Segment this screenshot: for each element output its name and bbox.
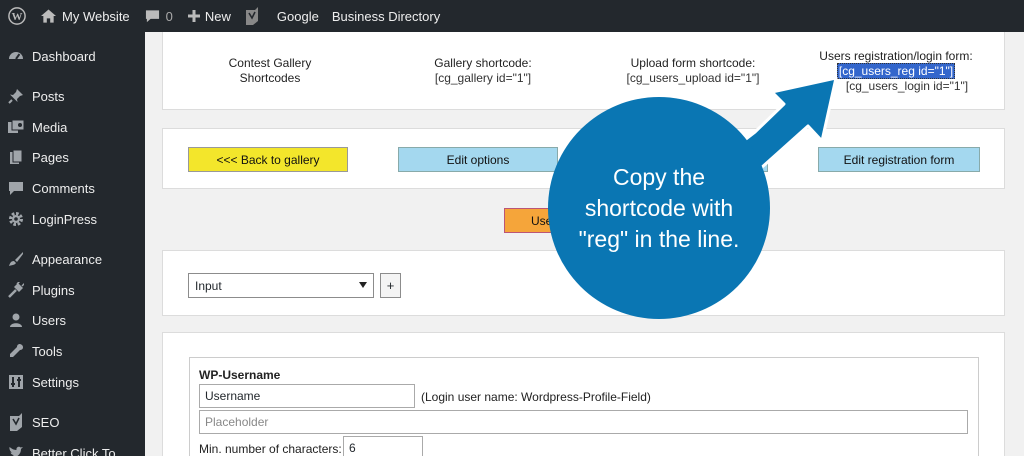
- google-label: Google: [276, 8, 319, 24]
- min-chars-label: Min. number of characters:: [199, 442, 342, 456]
- business-directory-label: Business Directory: [331, 8, 441, 24]
- google-link[interactable]: Google: [267, 0, 326, 32]
- sidebar-item-pages[interactable]: Pages: [0, 142, 145, 172]
- upload-shortcode-title: Upload form shortcode:: [630, 56, 756, 70]
- sidebar-item-better-click-to[interactable]: Better Click To: [0, 438, 145, 456]
- users-login-shortcode[interactable]: [cg_users_login id="1"]: [801, 79, 991, 94]
- twitter-icon: [0, 446, 32, 456]
- shortcodes-panel: Contest Gallery Shortcodes Gallery short…: [162, 32, 1005, 110]
- sidebar-item-posts[interactable]: Posts: [0, 81, 145, 111]
- wp-username-field-box: WP-Username Username (Login user name: W…: [189, 357, 979, 456]
- users-reg-shortcode[interactable]: [cg_users_reg id="1"]: [836, 63, 956, 79]
- users-shortcode-block: Users registration/login form: [cg_users…: [801, 49, 991, 94]
- home-icon: [41, 9, 56, 23]
- wp-username-heading: WP-Username: [199, 368, 281, 382]
- plus-icon: [187, 10, 200, 22]
- new-content-link[interactable]: New: [180, 0, 238, 32]
- users-shortcode-title: Users registration/login form:: [819, 49, 973, 63]
- comments-count: 0: [165, 8, 173, 24]
- form-fields-panel: WP-Username Username (Login user name: W…: [162, 332, 1005, 456]
- pages-icon: [0, 149, 32, 165]
- plugin-icon: [0, 282, 32, 298]
- upload-shortcode-block: Upload form shortcode: [cg_users_upload …: [608, 56, 778, 86]
- new-label: New: [204, 8, 231, 24]
- wordpress-logo-icon[interactable]: W: [0, 0, 33, 32]
- placeholder-input[interactable]: Placeholder: [199, 410, 968, 434]
- site-name-link[interactable]: My Website: [33, 0, 137, 32]
- sidebar-item-media[interactable]: Media: [0, 112, 145, 142]
- wrench-icon: [0, 343, 32, 359]
- comment-icon: [0, 181, 32, 196]
- gallery-shortcode-title: Gallery shortcode:: [434, 56, 532, 70]
- edit-registration-form-button[interactable]: Edit registration form: [818, 147, 980, 172]
- admin-bar: W My Website 0 New Google Business Direc…: [0, 0, 1024, 32]
- sidebar-item-users[interactable]: Users: [0, 305, 145, 335]
- field-type-select[interactable]: Input: [188, 273, 374, 298]
- business-directory-link[interactable]: Business Directory: [326, 0, 447, 32]
- sidebar-item-plugins[interactable]: Plugins: [0, 275, 145, 305]
- yoast-icon: [0, 413, 32, 431]
- sidebar-item-appearance[interactable]: Appearance: [0, 244, 145, 274]
- back-to-gallery-button[interactable]: <<< Back to gallery: [188, 147, 348, 172]
- yoast-icon: [244, 7, 260, 25]
- media-icon: [0, 119, 32, 135]
- admin-sidebar: Dashboard Posts Media Pages Comments Log…: [0, 32, 145, 456]
- sidebar-item-dashboard[interactable]: Dashboard: [0, 41, 145, 71]
- upload-shortcode-code[interactable]: [cg_users_upload id="1"]: [608, 71, 778, 86]
- yoast-menu[interactable]: [238, 0, 267, 32]
- settings-icon: [0, 374, 32, 390]
- min-chars-input[interactable]: 6: [343, 436, 423, 456]
- gear-icon: [0, 211, 32, 227]
- add-field-button[interactable]: +: [380, 273, 401, 298]
- edit-options-button[interactable]: Edit options: [398, 147, 558, 172]
- brush-icon: [0, 251, 32, 267]
- pin-icon: [0, 88, 32, 104]
- gallery-shortcode-block: Gallery shortcode: [cg_gallery id="1"]: [408, 56, 558, 86]
- gallery-shortcode-code[interactable]: [cg_gallery id="1"]: [408, 71, 558, 86]
- contest-gallery-heading: Contest Gallery Shortcodes: [228, 56, 312, 85]
- username-note: (Login user name: Wordpress-Profile-Fiel…: [421, 390, 651, 404]
- comment-bubble-icon: [145, 9, 160, 23]
- sidebar-item-tools[interactable]: Tools: [0, 336, 145, 366]
- username-input[interactable]: Username: [199, 384, 415, 408]
- callout-text: Copy the shortcode with "reg" in the lin…: [578, 163, 740, 252]
- site-name: My Website: [62, 8, 130, 24]
- sidebar-item-loginpress[interactable]: LoginPress: [0, 204, 145, 234]
- user-icon: [0, 312, 32, 328]
- comments-link[interactable]: 0: [137, 0, 180, 32]
- chevron-down-icon: [359, 282, 367, 288]
- sidebar-item-settings[interactable]: Settings: [0, 367, 145, 397]
- instruction-callout: Copy the shortcode with "reg" in the lin…: [548, 97, 770, 319]
- dashboard-icon: [0, 48, 32, 64]
- sidebar-item-comments[interactable]: Comments: [0, 173, 145, 203]
- svg-text:W: W: [12, 11, 23, 23]
- field-type-value: Input: [195, 278, 222, 293]
- sidebar-item-seo[interactable]: SEO: [0, 407, 145, 437]
